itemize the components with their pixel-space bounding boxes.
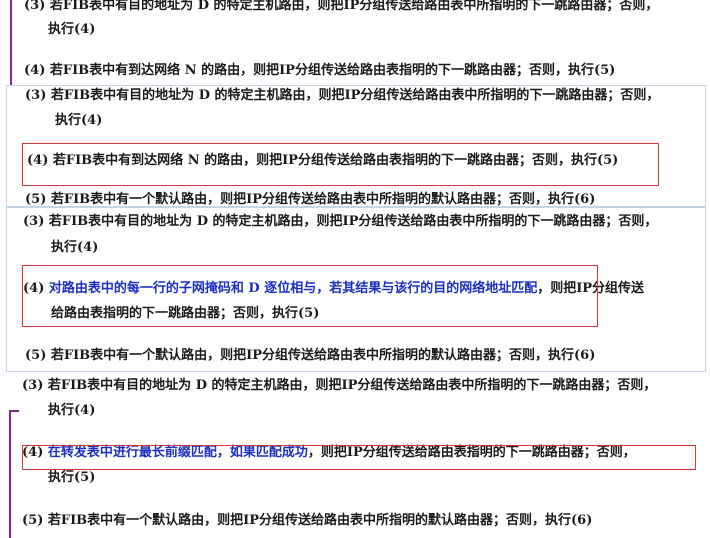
step-3-continuation: 执行(4) <box>51 240 99 255</box>
step-3-continuation: 执行(4) <box>48 22 96 37</box>
step-3-text: (3) 若FIB表中有目的地址为 D 的特定主机路由，则把IP分组传送给路由表中… <box>24 0 659 13</box>
highlight-box-step-4 <box>22 445 696 470</box>
connector-line-1 <box>10 0 12 85</box>
step-3-continuation: 执行(4) <box>48 403 96 418</box>
step-3-text: (3) 若FIB表中有目的地址为 D 的特定主机路由，则把IP分组传送给路由表中… <box>25 88 660 103</box>
step-3-continuation: 执行(4) <box>55 113 103 128</box>
step-4-continuation: 执行(5) <box>48 470 96 485</box>
step-5-text: (5) 若FIB表中有一个默认路由，则把IP分组传送给路由表中所指明的默认路由器… <box>22 513 593 528</box>
step-4-text: (4) 若FIB表中有到达网络 N 的路由，则把IP分组传送给路由表指明的下一跳… <box>24 63 616 78</box>
step-3-text: (3) 若FIB表中有目的地址为 D 的特定主机路由，则把IP分组传送给路由表中… <box>22 378 657 393</box>
step-5-text: (5) 若FIB表中有一个默认路由，则把IP分组传送给路由表中所指明的默认路由器… <box>25 348 596 363</box>
highlight-box-step-4 <box>22 143 659 186</box>
connector-line-3 <box>9 410 11 538</box>
connector-tick-3 <box>9 410 19 412</box>
highlight-box-step-4 <box>22 265 598 327</box>
step-3-text: (3) 若FIB表中有目的地址为 D 的特定主机路由，则把IP分组传送给路由表中… <box>23 214 658 229</box>
